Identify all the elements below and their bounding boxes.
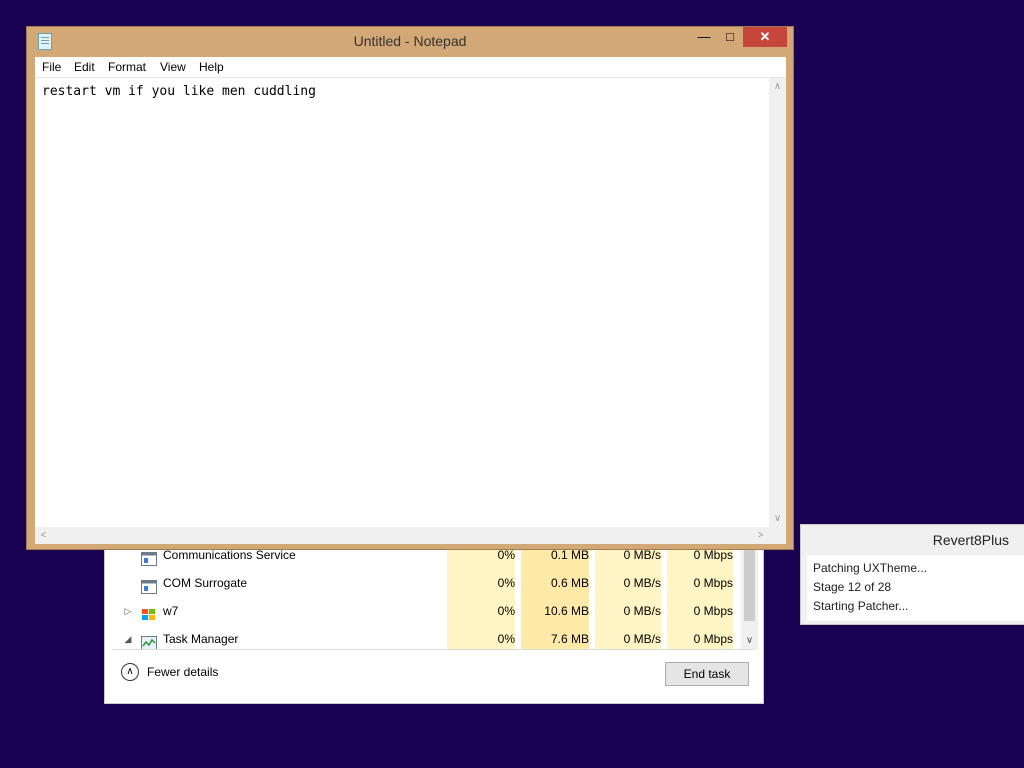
process-name: w7 xyxy=(163,604,179,618)
stage-line: Stage 12 of 28 xyxy=(813,580,892,594)
expand-arrow-icon[interactable]: ▷ xyxy=(123,597,133,625)
table-row[interactable]: ▷ w7 0% 10.6 MB 0 MB/s 0 Mbps xyxy=(105,597,741,625)
text-editor[interactable]: restart vm if you like men cuddling ∧ ∨ … xyxy=(35,77,786,544)
table-row[interactable]: COM Surrogate 0% 0.6 MB 0 MB/s 0 Mbps xyxy=(105,569,741,597)
memory-value: 10.6 MB xyxy=(521,597,589,625)
disk-value: 0 MB/s xyxy=(595,569,661,597)
menu-bar: File Edit Format View Help xyxy=(35,57,786,77)
scrollbar-thumb[interactable] xyxy=(744,547,755,621)
status-line: Starting Patcher... xyxy=(813,599,909,613)
minimize-button[interactable]: — xyxy=(691,27,717,47)
scroll-up-icon[interactable]: ∧ xyxy=(769,78,786,95)
network-value: 0 Mbps xyxy=(667,597,733,625)
scroll-left-icon[interactable]: < xyxy=(35,527,52,544)
fewer-details-link[interactable]: Fewer details xyxy=(147,665,218,679)
process-list: Communications Service 0% 0.1 MB 0 MB/s … xyxy=(105,541,741,649)
network-value: 0 Mbps xyxy=(667,625,733,649)
vertical-scrollbar[interactable]: ∧ ∨ xyxy=(769,78,786,527)
vertical-scrollbar[interactable]: ∨ xyxy=(741,541,758,649)
window-icon xyxy=(141,576,157,594)
status-panel: Patching UXTheme... Stage 12 of 28 Start… xyxy=(807,555,1024,621)
menu-view[interactable]: View xyxy=(160,57,186,77)
memory-value: 7.6 MB xyxy=(521,625,589,649)
windows-logo-icon xyxy=(141,604,157,620)
network-value: 0 Mbps xyxy=(667,569,733,597)
menu-help[interactable]: Help xyxy=(199,57,224,77)
notepad-window: Untitled - Notepad — □ ✕ File Edit Forma… xyxy=(26,26,794,550)
menu-format[interactable]: Format xyxy=(108,57,146,77)
horizontal-scrollbar[interactable]: < > xyxy=(35,527,769,544)
cpu-value: 0% xyxy=(447,597,515,625)
process-name: COM Surrogate xyxy=(163,576,248,590)
menu-file[interactable]: File xyxy=(42,57,61,77)
scroll-right-icon[interactable]: > xyxy=(752,527,769,544)
disk-value: 0 MB/s xyxy=(595,625,661,649)
table-row[interactable]: ◢ Task Manager 0% 7.6 MB 0 MB/s 0 Mbps xyxy=(105,625,741,649)
cpu-value: 0% xyxy=(447,569,515,597)
column-divider xyxy=(591,541,592,649)
chevron-up-icon[interactable]: ∧ xyxy=(121,663,139,681)
status-line: Patching UXTheme... xyxy=(813,561,928,575)
task-manager-window: Communications Service 0% 0.1 MB 0 MB/s … xyxy=(104,540,764,704)
disk-value: 0 MB/s xyxy=(595,597,661,625)
column-divider xyxy=(663,541,664,649)
revert8plus-dialog: Revert8Plus Patching UXTheme... Stage 12… xyxy=(800,524,1024,625)
end-task-button[interactable]: End task xyxy=(665,662,749,686)
collapse-arrow-icon[interactable]: ◢ xyxy=(123,625,133,649)
scroll-down-icon[interactable]: ∨ xyxy=(769,510,786,527)
process-name: Task Manager xyxy=(163,632,239,646)
dialog-title: Revert8Plus xyxy=(932,532,1009,548)
window-icon xyxy=(141,548,157,566)
maximize-button[interactable]: □ xyxy=(717,27,743,47)
task-manager-footer: ∧ Fewer details End task xyxy=(113,649,755,698)
window-title: Untitled - Notepad xyxy=(353,33,467,49)
column-divider xyxy=(517,541,518,649)
close-button[interactable]: ✕ xyxy=(743,27,787,47)
scroll-down-icon[interactable]: ∨ xyxy=(741,632,758,649)
cpu-value: 0% xyxy=(447,625,515,649)
scrollbar-corner xyxy=(769,527,786,544)
menu-edit[interactable]: Edit xyxy=(74,57,95,77)
expander-icon xyxy=(123,569,133,597)
task-manager-icon xyxy=(141,632,157,649)
document-text[interactable]: restart vm if you like men cuddling xyxy=(42,84,316,99)
memory-value: 0.6 MB xyxy=(521,569,589,597)
